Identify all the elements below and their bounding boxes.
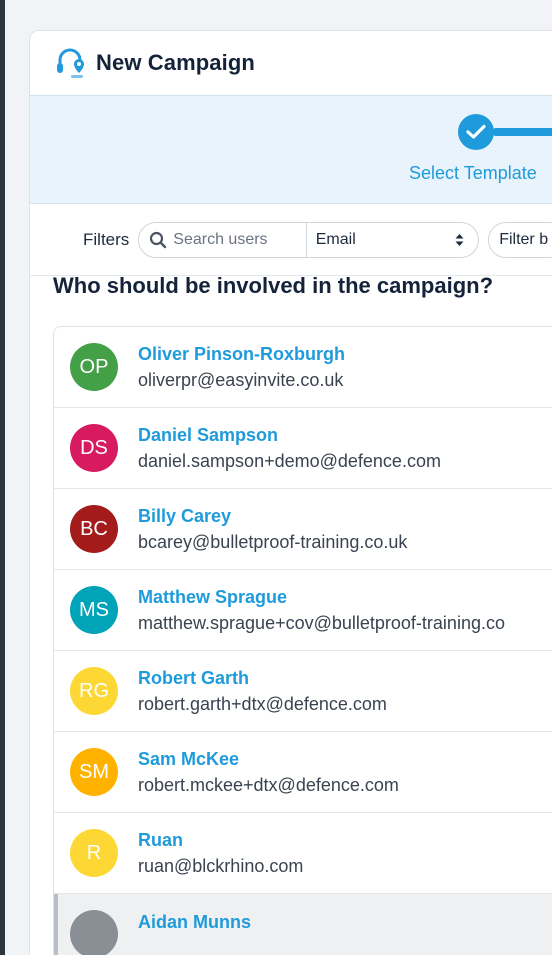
- user-name: Aidan Munns: [138, 912, 251, 932]
- user-email: ruan@blckrhino.com: [138, 855, 304, 876]
- user-name: Oliver Pinson-Roxburgh: [138, 343, 346, 364]
- user-email: robert.mckee+dtx@defence.com: [138, 774, 399, 795]
- user-email: daniel.sampson+demo@defence.com: [138, 450, 441, 471]
- field-select[interactable]: Email: [306, 221, 480, 258]
- avatar: R: [70, 829, 118, 877]
- user-name: Sam McKee: [138, 748, 240, 769]
- step-complete-button[interactable]: [458, 114, 494, 150]
- checkmark-icon: [466, 124, 486, 139]
- avatar: OP: [70, 343, 118, 391]
- select-arrows-icon: [455, 233, 464, 246]
- user-name: Daniel Sampson: [138, 424, 279, 445]
- search-input[interactable]: [173, 230, 294, 249]
- avatar: BC: [70, 505, 118, 553]
- user-row[interactable]: RG Robert Garth robert.garth+dtx@defence.…: [54, 651, 552, 732]
- user-row[interactable]: Aidan Munns: [54, 894, 552, 955]
- user-email: bcarey@bulletproof-training.co.uk: [138, 531, 408, 552]
- user-list: OP Oliver Pinson-Roxburgh oliverpr@easyin…: [53, 326, 552, 955]
- step-progress-line: [492, 128, 552, 136]
- section-question: Who should be involved in the campaign?: [53, 273, 494, 298]
- field-select-value: Email: [315, 230, 356, 248]
- user-row[interactable]: DS Daniel Sampson daniel.sampson+demo@def…: [54, 408, 552, 489]
- user-email: oliverpr@easyinvite.co.uk: [138, 369, 344, 390]
- user-name: Ruan: [138, 829, 183, 850]
- user-row[interactable]: MS Matthew Sprague matthew.sprague+cov@bu…: [54, 570, 552, 651]
- avatar: SM: [70, 748, 118, 796]
- user-name: Matthew Sprague: [138, 586, 288, 607]
- user-email: matthew.sprague+cov@bulletproof-training…: [138, 612, 505, 633]
- user-row[interactable]: OP Oliver Pinson-Roxburgh oliverpr@easyin…: [54, 327, 552, 408]
- filter-by-button[interactable]: Filter b: [488, 221, 552, 258]
- page-title: New Campaign: [96, 50, 255, 75]
- user-name: Robert Garth: [138, 667, 250, 688]
- filters-bar: Filters Email Filter b: [30, 204, 552, 276]
- avatar: MS: [70, 586, 118, 634]
- avatar: DS: [70, 424, 118, 472]
- campaign-stepper: Select Template: [30, 95, 552, 204]
- user-email: robert.garth+dtx@defence.com: [138, 693, 387, 714]
- headset-pin-icon: [57, 48, 84, 78]
- user-name: Billy Carey: [138, 505, 232, 526]
- search-icon: [150, 231, 167, 248]
- avatar: RG: [70, 667, 118, 715]
- user-row[interactable]: SM Sam McKee robert.mckee+dtx@defence.com: [54, 732, 552, 813]
- avatar: [70, 910, 118, 955]
- user-row[interactable]: BC Billy Carey bcarey@bulletproof-trainin…: [54, 489, 552, 570]
- card-header: New Campaign: [30, 31, 552, 95]
- search-field[interactable]: [138, 221, 307, 258]
- user-row[interactable]: R Ruan ruan@blckrhino.com: [54, 813, 552, 894]
- step-label-select-template[interactable]: Select Template: [409, 163, 537, 184]
- filters-label: Filters: [83, 229, 130, 249]
